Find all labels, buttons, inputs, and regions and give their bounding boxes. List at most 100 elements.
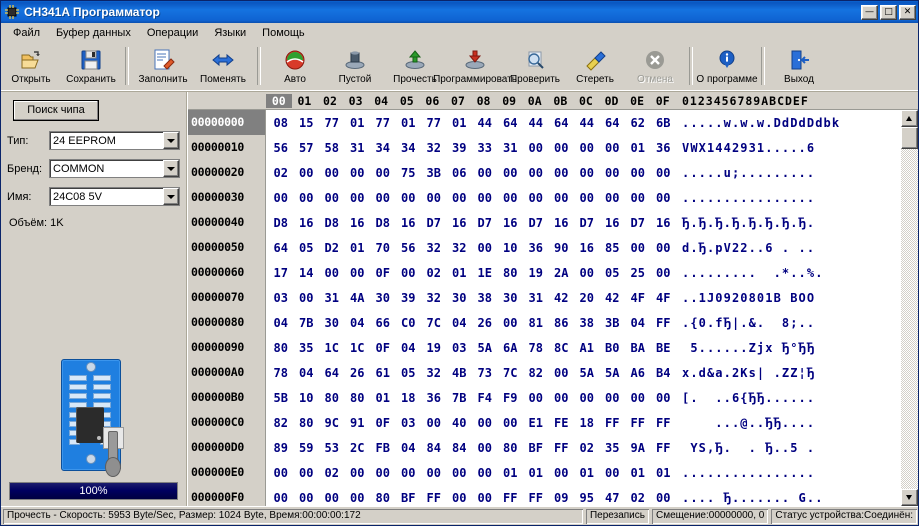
hex-byte-cell[interactable]: 00 xyxy=(498,166,524,180)
hex-byte-cell[interactable]: 77 xyxy=(319,116,345,130)
hex-byte-cell[interactable]: 00 xyxy=(447,191,473,205)
hex-byte-cell[interactable]: FF xyxy=(523,491,549,505)
hex-row-bytes[interactable]: 89 59 53 2C FB 04 84 84 00 80 BF FF 02 35 9A FF xyxy=(266,441,676,455)
hex-byte-cell[interactable]: 85 xyxy=(600,241,626,255)
hex-byte-cell[interactable]: FF xyxy=(625,416,651,430)
hex-byte-cell[interactable]: 30 xyxy=(370,291,396,305)
hex-byte-cell[interactable]: 00 xyxy=(319,266,345,280)
hex-byte-cell[interactable]: 00 xyxy=(421,416,447,430)
chip-name-combo[interactable]: 24C08 5V xyxy=(49,187,180,206)
toolbar-program-button[interactable]: Программировать xyxy=(433,45,517,89)
hex-byte-cell[interactable]: F9 xyxy=(498,391,524,405)
hex-row-address[interactable]: 00000050 xyxy=(188,235,266,260)
hex-byte-cell[interactable]: 80 xyxy=(294,416,320,430)
hex-byte-cell[interactable]: BE xyxy=(651,341,677,355)
hex-byte-cell[interactable]: 00 xyxy=(268,491,294,505)
hex-byte-cell[interactable]: FF xyxy=(651,316,677,330)
hex-byte-cell[interactable]: 59 xyxy=(294,441,320,455)
hex-byte-cell[interactable]: 00 xyxy=(574,141,600,155)
hex-byte-cell[interactable]: 01 xyxy=(396,116,422,130)
hex-byte-cell[interactable]: 3B xyxy=(421,166,447,180)
hex-byte-cell[interactable]: 00 xyxy=(319,491,345,505)
hex-byte-cell[interactable]: 00 xyxy=(345,266,371,280)
hex-byte-cell[interactable]: 00 xyxy=(600,141,626,155)
hex-byte-cell[interactable]: 2C xyxy=(345,441,371,455)
hex-byte-cell[interactable]: FE xyxy=(549,416,575,430)
hex-byte-cell[interactable]: 4B xyxy=(447,366,473,380)
hex-byte-cell[interactable]: 00 xyxy=(396,191,422,205)
hex-byte-cell[interactable]: 31 xyxy=(523,291,549,305)
hex-row[interactable]: 00000030 00 00 00 00 00 00 00 00 00 00 00 00 00 00 00 00… xyxy=(188,185,900,210)
hex-byte-cell[interactable]: 00 xyxy=(447,491,473,505)
hex-byte-cell[interactable]: 00 xyxy=(472,466,498,480)
hex-byte-cell[interactable]: 16 xyxy=(498,216,524,230)
hex-byte-cell[interactable]: 57 xyxy=(294,141,320,155)
hex-byte-cell[interactable]: 32 xyxy=(421,291,447,305)
hex-byte-cell[interactable]: 01 xyxy=(447,266,473,280)
hex-row-ascii[interactable]: x.d&a.2Ks| .ZZ¦Ђ xyxy=(676,366,900,380)
hex-byte-cell[interactable]: 5A xyxy=(600,366,626,380)
hex-byte-cell[interactable]: 36 xyxy=(523,241,549,255)
hex-byte-cell[interactable]: 1E xyxy=(472,266,498,280)
hex-row[interactable]: 00000050 64 05 D2 01 70 56 32 32 00 10 36 90 16 85 00 00… xyxy=(188,235,900,260)
hex-byte-cell[interactable]: D7 xyxy=(472,216,498,230)
hex-byte-cell[interactable]: 64 xyxy=(268,241,294,255)
hex-byte-cell[interactable]: A6 xyxy=(625,366,651,380)
hex-byte-cell[interactable]: 30 xyxy=(319,316,345,330)
toolbar-fill-button[interactable]: Заполнить xyxy=(133,45,193,89)
hex-byte-cell[interactable]: 04 xyxy=(345,316,371,330)
hex-row-bytes[interactable]: 00 00 00 00 00 00 00 00 00 00 00 00 00 00 00 00 xyxy=(266,191,676,205)
hex-byte-cell[interactable]: 77 xyxy=(370,116,396,130)
toolbar-open-button[interactable]: Открыть xyxy=(1,45,61,89)
hex-byte-cell[interactable]: 10 xyxy=(294,391,320,405)
hex-row-bytes[interactable]: 04 7B 30 04 66 C0 7C 04 26 00 81 86 38 3B 04 FF xyxy=(266,316,676,330)
toolbar-verify-button[interactable]: Проверить xyxy=(505,45,565,89)
hex-row-ascii[interactable]: ................ xyxy=(676,191,900,205)
hex-byte-cell[interactable]: 00 xyxy=(472,241,498,255)
hex-byte-cell[interactable]: D7 xyxy=(574,216,600,230)
hex-column-header-cell[interactable]: 04 xyxy=(368,94,394,108)
hex-byte-cell[interactable]: 16 xyxy=(574,241,600,255)
hex-row-bytes[interactable]: 17 14 00 00 0F 00 02 01 1E 80 19 2A 00 05 25 00 xyxy=(266,266,676,280)
menu-operations[interactable]: Операции xyxy=(139,24,206,42)
hex-byte-cell[interactable]: 00 xyxy=(523,191,549,205)
hex-byte-cell[interactable]: 0F xyxy=(370,341,396,355)
hex-byte-cell[interactable]: 00 xyxy=(294,191,320,205)
hex-byte-cell[interactable]: 01 xyxy=(625,141,651,155)
hex-byte-cell[interactable]: 58 xyxy=(319,141,345,155)
hex-byte-cell[interactable]: BF xyxy=(523,441,549,455)
hex-byte-cell[interactable]: 18 xyxy=(574,416,600,430)
hex-byte-cell[interactable]: 8C xyxy=(549,341,575,355)
hex-byte-cell[interactable]: 7C xyxy=(498,366,524,380)
hex-byte-cell[interactable]: 36 xyxy=(651,141,677,155)
hex-byte-cell[interactable]: 34 xyxy=(396,141,422,155)
hex-byte-cell[interactable]: 00 xyxy=(574,391,600,405)
hex-byte-cell[interactable]: 00 xyxy=(268,466,294,480)
hex-byte-cell[interactable]: 78 xyxy=(268,366,294,380)
hex-byte-cell[interactable]: 00 xyxy=(523,166,549,180)
hex-byte-cell[interactable]: D8 xyxy=(319,216,345,230)
hex-byte-cell[interactable]: 64 xyxy=(498,116,524,130)
hex-byte-cell[interactable]: 4A xyxy=(345,291,371,305)
hex-column-header-cell[interactable]: 0A xyxy=(522,94,548,108)
hex-byte-cell[interactable]: B0 xyxy=(600,341,626,355)
hex-row-address[interactable]: 00000080 xyxy=(188,310,266,335)
hex-row-address[interactable]: 00000060 xyxy=(188,260,266,285)
hex-byte-cell[interactable]: FF xyxy=(498,491,524,505)
hex-byte-cell[interactable]: 00 xyxy=(549,166,575,180)
hex-byte-cell[interactable]: 05 xyxy=(600,266,626,280)
hex-byte-cell[interactable]: 80 xyxy=(319,391,345,405)
hex-column-header-cell[interactable]: 06 xyxy=(420,94,446,108)
hex-byte-cell[interactable]: 04 xyxy=(625,316,651,330)
hex-byte-cell[interactable]: 33 xyxy=(472,141,498,155)
hex-row[interactable]: 00000090 80 35 1C 1C 0F 04 19 03 5A 6A 78 8C A1 B0 BA BE… xyxy=(188,335,900,360)
hex-byte-cell[interactable]: 95 xyxy=(574,491,600,505)
hex-byte-cell[interactable]: 00 xyxy=(345,166,371,180)
hex-byte-cell[interactable]: 35 xyxy=(294,341,320,355)
hex-column-header-cell[interactable]: 05 xyxy=(394,94,420,108)
chip-type-combo[interactable]: 24 EEPROM xyxy=(49,131,180,150)
hex-byte-cell[interactable]: 38 xyxy=(574,316,600,330)
hex-byte-cell[interactable]: 32 xyxy=(421,141,447,155)
hex-byte-cell[interactable]: 82 xyxy=(523,366,549,380)
hex-byte-cell[interactable]: 17 xyxy=(268,266,294,280)
